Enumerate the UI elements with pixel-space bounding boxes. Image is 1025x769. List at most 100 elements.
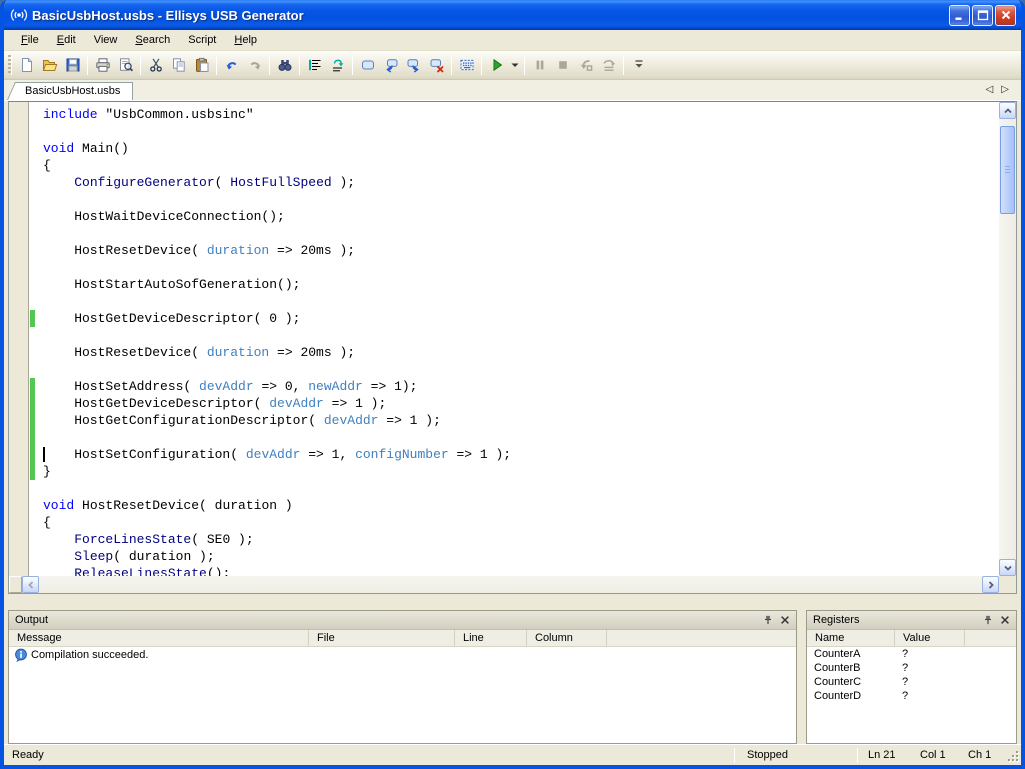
grid-icon[interactable] bbox=[455, 54, 478, 76]
code-area[interactable]: include "UsbCommon.usbsinc"void Main(){ … bbox=[36, 102, 999, 576]
output-column-message[interactable]: Message bbox=[9, 630, 309, 646]
register-row[interactable]: CounterD? bbox=[807, 689, 1016, 703]
register-row[interactable]: CounterC? bbox=[807, 675, 1016, 689]
minimize-button[interactable] bbox=[949, 5, 970, 26]
code-line: HostStartAutoSofGeneration(); bbox=[43, 276, 999, 293]
code-token: HostGetConfigurationDescriptor( bbox=[43, 413, 324, 428]
code-line: HostGetDeviceDescriptor( 0 ); bbox=[43, 310, 999, 327]
menu-item-view[interactable]: View bbox=[85, 31, 127, 49]
run-dropdown-icon[interactable] bbox=[508, 54, 521, 76]
registers-column-value[interactable]: Value bbox=[895, 630, 965, 646]
code-line bbox=[43, 123, 999, 140]
menu-item-file[interactable]: File bbox=[12, 31, 48, 49]
output-column-column[interactable]: Column bbox=[527, 630, 607, 646]
output-column-file[interactable]: File bbox=[309, 630, 455, 646]
toolbar-separator bbox=[451, 55, 452, 75]
panel-splitter[interactable] bbox=[4, 594, 1021, 610]
vertical-scroll-thumb[interactable] bbox=[1000, 126, 1015, 214]
code-line bbox=[43, 191, 999, 208]
changed-line-marker bbox=[30, 395, 35, 412]
horizontal-scrollbar[interactable] bbox=[9, 576, 999, 593]
cut-icon[interactable] bbox=[144, 54, 167, 76]
goto-line-icon[interactable] bbox=[326, 54, 349, 76]
pin-icon[interactable] bbox=[760, 613, 775, 628]
code-token: configNumber bbox=[355, 447, 449, 462]
vertical-scrollbar[interactable] bbox=[999, 102, 1016, 576]
print-icon[interactable] bbox=[91, 54, 114, 76]
scroll-left-icon[interactable] bbox=[22, 576, 39, 593]
code-line: include "UsbCommon.usbsinc" bbox=[43, 106, 999, 123]
code-line: HostResetDevice( duration => 20ms ); bbox=[43, 242, 999, 259]
tab-scroll-right-icon[interactable]: ▷ bbox=[997, 83, 1013, 100]
find-icon[interactable] bbox=[273, 54, 296, 76]
breakpoint-next-icon[interactable] bbox=[402, 54, 425, 76]
code-token: Main() bbox=[74, 141, 129, 156]
code-token: => 20ms ); bbox=[269, 243, 355, 258]
info-icon bbox=[14, 648, 28, 662]
editor-client[interactable]: include "UsbCommon.usbsinc"void Main(){ … bbox=[9, 102, 999, 576]
code-line: HostGetDeviceDescriptor( devAddr => 1 ); bbox=[43, 395, 999, 412]
save-icon[interactable] bbox=[61, 54, 84, 76]
change-bar-column bbox=[29, 102, 36, 576]
resize-grip[interactable] bbox=[1004, 747, 1020, 763]
code-token: void bbox=[43, 498, 74, 513]
register-name: CounterC bbox=[807, 675, 895, 689]
output-message: Compilation succeeded. bbox=[31, 649, 148, 661]
menu-item-script[interactable]: Script bbox=[179, 31, 225, 49]
tab-basicusbhost[interactable]: BasicUsbHost.usbs bbox=[18, 82, 133, 100]
close-panel-icon[interactable] bbox=[997, 613, 1012, 628]
maximize-button[interactable] bbox=[972, 5, 993, 26]
register-row[interactable]: CounterB? bbox=[807, 661, 1016, 675]
print-preview-icon[interactable] bbox=[114, 54, 137, 76]
code-line: HostResetDevice( duration => 20ms ); bbox=[43, 344, 999, 361]
step-return-icon bbox=[574, 54, 597, 76]
close-panel-icon[interactable] bbox=[777, 613, 792, 628]
close-button[interactable] bbox=[995, 5, 1016, 26]
panel-gap bbox=[797, 610, 806, 744]
toolbar-grip[interactable] bbox=[8, 55, 12, 75]
menu-item-edit[interactable]: Edit bbox=[48, 31, 85, 49]
registers-column-name[interactable]: Name bbox=[807, 630, 895, 646]
status-run-state: Stopped bbox=[737, 749, 855, 761]
editor-wrap: include "UsbCommon.usbsinc"void Main(){ … bbox=[4, 101, 1021, 594]
bookmark-list-icon[interactable] bbox=[303, 54, 326, 76]
code-line: void HostResetDevice( duration ) bbox=[43, 497, 999, 514]
text-caret bbox=[43, 447, 45, 462]
registers-panel: Registers NameValue CounterA?CounterB?Co… bbox=[806, 610, 1017, 744]
register-value: ? bbox=[895, 661, 965, 675]
undo-icon[interactable] bbox=[220, 54, 243, 76]
pin-icon[interactable] bbox=[980, 613, 995, 628]
code-token: => 1 ); bbox=[378, 413, 440, 428]
copy-icon[interactable] bbox=[167, 54, 190, 76]
paste-icon[interactable] bbox=[190, 54, 213, 76]
breakpoint-prev-icon[interactable] bbox=[379, 54, 402, 76]
toolbar-separator bbox=[87, 55, 88, 75]
code-token: => 1 ); bbox=[324, 396, 386, 411]
output-row[interactable]: Compilation succeeded. bbox=[9, 647, 796, 663]
output-body[interactable]: Compilation succeeded. bbox=[9, 647, 796, 743]
menu-item-search[interactable]: Search bbox=[126, 31, 179, 49]
code-token: HostResetDevice( bbox=[43, 345, 207, 360]
toolbar-separator bbox=[623, 55, 624, 75]
registers-body[interactable]: CounterA?CounterB?CounterC?CounterD? bbox=[807, 647, 1016, 743]
splitter-box[interactable] bbox=[9, 576, 22, 593]
status-separator bbox=[857, 748, 858, 763]
new-document-icon[interactable] bbox=[15, 54, 38, 76]
menu-item-help[interactable]: Help bbox=[225, 31, 266, 49]
run-icon[interactable] bbox=[485, 54, 508, 76]
registers-column-filler bbox=[965, 630, 1016, 646]
scroll-up-icon[interactable] bbox=[999, 102, 1016, 119]
output-column-line[interactable]: Line bbox=[455, 630, 527, 646]
tab-scroll-left-icon[interactable]: ◁ bbox=[982, 83, 998, 100]
breakpoint-clear-icon[interactable] bbox=[425, 54, 448, 76]
code-token: ( duration ); bbox=[113, 549, 214, 564]
toolbar-overflow-icon[interactable] bbox=[627, 54, 650, 76]
register-value: ? bbox=[895, 689, 965, 703]
breakpoint-icon[interactable] bbox=[356, 54, 379, 76]
register-row[interactable]: CounterA? bbox=[807, 647, 1016, 661]
scroll-right-icon[interactable] bbox=[982, 576, 999, 593]
open-file-icon[interactable] bbox=[38, 54, 61, 76]
horizontal-scroll-track[interactable] bbox=[39, 576, 982, 593]
scroll-down-icon[interactable] bbox=[999, 559, 1016, 576]
code-line: Sleep( duration ); bbox=[43, 548, 999, 565]
